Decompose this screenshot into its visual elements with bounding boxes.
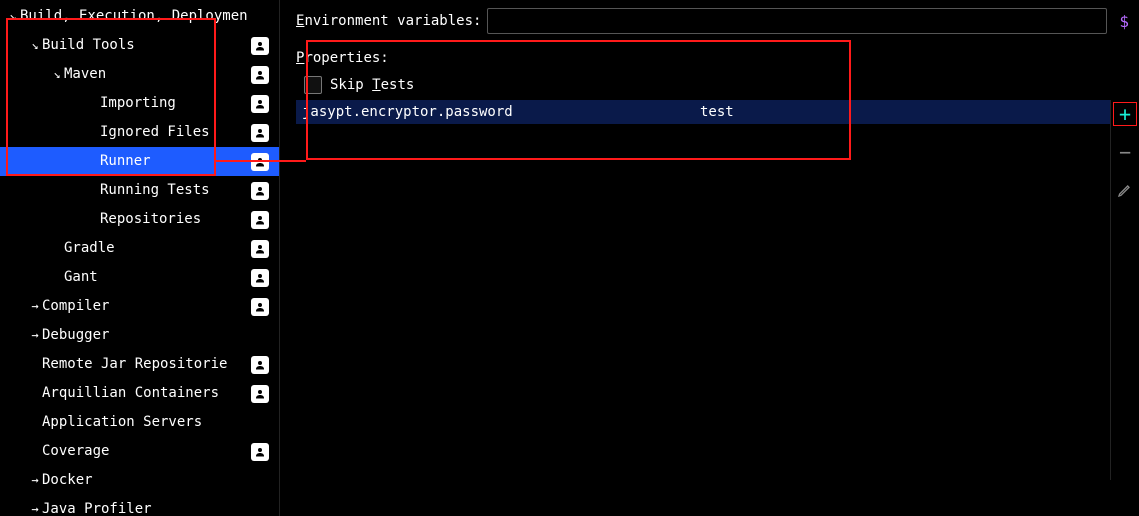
sidebar-item-label: Maven	[64, 60, 251, 89]
remove-property-button[interactable]: −	[1113, 140, 1137, 164]
sidebar-item-label: Repositories	[100, 205, 251, 234]
sidebar-item-remote-jar-repositorie[interactable]: Remote Jar Repositorie	[0, 350, 279, 379]
project-badge-icon	[251, 443, 269, 461]
table-side-buttons: + −	[1111, 100, 1139, 480]
properties-table[interactable]: jasypt.encryptor.password test	[296, 100, 1111, 480]
sidebar-item-label: Docker	[42, 466, 279, 495]
sidebar-item-compiler[interactable]: →Compiler	[0, 292, 279, 321]
project-badge-icon	[251, 182, 269, 200]
sidebar-item-label: Arquillian Containers	[42, 379, 251, 408]
sidebar-item-label: Gradle	[64, 234, 251, 263]
sidebar-item-application-servers[interactable]: Application Servers	[0, 408, 279, 437]
sidebar-item-label: Runner	[100, 147, 251, 176]
project-badge-icon	[251, 37, 269, 55]
sidebar-item-repositories[interactable]: Repositories	[0, 205, 279, 234]
sidebar-item-docker[interactable]: →Docker	[0, 466, 279, 495]
add-property-button[interactable]: +	[1113, 102, 1137, 126]
sidebar-item-label: Running Tests	[100, 176, 251, 205]
sidebar-item-java-profiler[interactable]: →Java Profiler	[0, 495, 279, 516]
sidebar-item-label: Coverage	[42, 437, 251, 466]
sidebar-item-maven[interactable]: ↘Maven	[0, 60, 279, 89]
edit-property-button[interactable]	[1113, 178, 1137, 202]
sidebar-item-runner[interactable]: Runner	[0, 147, 279, 176]
sidebar-item-label: Application Servers	[42, 408, 279, 437]
sidebar-item-label: Importing	[100, 89, 251, 118]
property-value[interactable]: test	[694, 100, 1110, 124]
sidebar-item-label: Compiler	[42, 292, 251, 321]
sidebar-item-label: Debugger	[42, 321, 279, 350]
properties-label: Properties:	[296, 50, 1139, 66]
project-badge-icon	[251, 124, 269, 142]
sidebar-item-ignored-files[interactable]: Ignored Files	[0, 118, 279, 147]
project-badge-icon	[251, 66, 269, 84]
sidebar-item-label: Build Tools	[42, 31, 251, 60]
sidebar-item-gant[interactable]: Gant	[0, 263, 279, 292]
env-variables-expand-icon[interactable]: $	[1119, 12, 1139, 31]
sidebar-item-build-execution-deploymen[interactable]: ↘Build, Execution, Deploymen	[0, 2, 279, 31]
project-badge-icon	[251, 385, 269, 403]
tree-arrow-icon: ↘	[6, 2, 20, 31]
project-badge-icon	[251, 95, 269, 113]
tree-arrow-icon: →	[28, 321, 42, 350]
tree-arrow-icon: →	[28, 292, 42, 321]
sidebar-item-arquillian-containers[interactable]: Arquillian Containers	[0, 379, 279, 408]
project-badge-icon	[251, 298, 269, 316]
sidebar-item-running-tests[interactable]: Running Tests	[0, 176, 279, 205]
skip-tests-label: Skip Tests	[330, 77, 414, 93]
sidebar-item-build-tools[interactable]: ↘Build Tools	[0, 31, 279, 60]
sidebar-item-gradle[interactable]: Gradle	[0, 234, 279, 263]
project-badge-icon	[251, 356, 269, 374]
sidebar-item-label: Remote Jar Repositorie	[42, 350, 251, 379]
sidebar-item-importing[interactable]: Importing	[0, 89, 279, 118]
table-row[interactable]: jasypt.encryptor.password test	[296, 100, 1110, 124]
env-variables-label: Environment variables:	[296, 13, 481, 29]
sidebar-item-label: Build, Execution, Deploymen	[20, 2, 279, 31]
env-variables-input[interactable]	[487, 8, 1107, 34]
project-badge-icon	[251, 240, 269, 258]
sidebar-item-coverage[interactable]: Coverage	[0, 437, 279, 466]
project-badge-icon	[251, 269, 269, 287]
tree-arrow-icon: →	[28, 466, 42, 495]
sidebar-item-label: Gant	[64, 263, 251, 292]
sidebar-item-label: Ignored Files	[100, 118, 251, 147]
sidebar-item-label: Java Profiler	[42, 495, 279, 516]
project-badge-icon	[251, 211, 269, 229]
runner-settings-panel: Environment variables: $ Properties: Ski…	[280, 0, 1139, 516]
property-key[interactable]: jasypt.encryptor.password	[296, 100, 694, 124]
tree-arrow-icon: →	[28, 495, 42, 516]
settings-sidebar: ↘Build, Execution, Deploymen↘Build Tools…	[0, 0, 280, 516]
skip-tests-checkbox[interactable]	[304, 76, 322, 94]
tree-arrow-icon: ↘	[50, 60, 64, 89]
project-badge-icon	[251, 153, 269, 171]
tree-arrow-icon: ↘	[28, 31, 42, 60]
sidebar-item-debugger[interactable]: →Debugger	[0, 321, 279, 350]
